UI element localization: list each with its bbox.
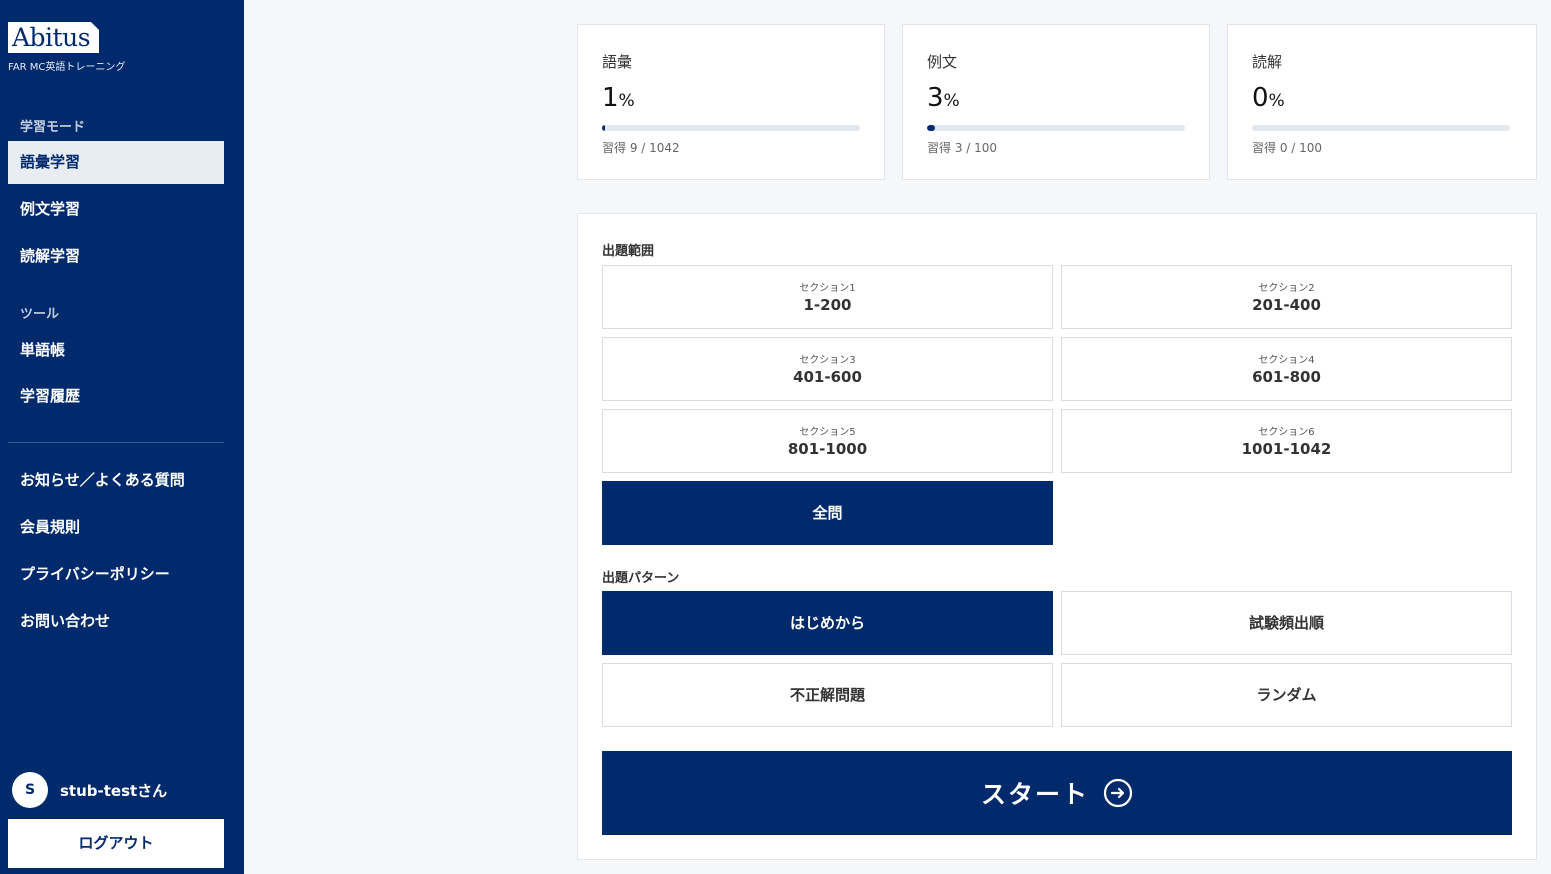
stat-value: 3% <box>927 83 960 113</box>
sidebar: Abitus FAR MC英語トレーニング 学習モード 語彙学習 例文学習 読解… <box>0 0 244 874</box>
stat-percent: 3 <box>927 83 944 113</box>
progress-bar <box>927 125 1185 131</box>
section-range: 1001-1042 <box>1241 440 1332 458</box>
sidebar-item-reading[interactable]: 読解学習 <box>8 235 224 278</box>
section-range: 801-1000 <box>787 440 868 458</box>
section-button-5[interactable]: セクション5 801-1000 <box>602 409 1053 473</box>
section-range: 201-400 <box>1252 296 1321 314</box>
progress-bar <box>602 125 860 131</box>
all-questions-button[interactable]: 全問 <box>602 481 1053 545</box>
stat-card-example-sentences: 例文 3% 習得 3 / 100 <box>902 24 1210 180</box>
avatar: S <box>12 772 48 808</box>
pattern-heading: 出題パターン <box>602 571 680 586</box>
progress-fill <box>927 125 935 131</box>
section-name: セクション3 <box>799 355 856 366</box>
sidebar-item-membership-rules[interactable]: 会員規則 <box>8 506 224 549</box>
stat-unit: % <box>1268 91 1285 111</box>
section-button-6[interactable]: セクション6 1001-1042 <box>1061 409 1512 473</box>
section-name: セクション6 <box>1258 427 1315 438</box>
start-label: スタート <box>980 780 1089 809</box>
sidebar-item-history[interactable]: 学習履歴 <box>8 375 224 418</box>
section-range: 1-200 <box>803 296 852 314</box>
stat-value: 0% <box>1252 83 1285 113</box>
stat-unit: % <box>618 91 635 111</box>
user-info: S stub-testさん <box>12 772 167 808</box>
section-button-4[interactable]: セクション4 601-800 <box>1061 337 1512 401</box>
pattern-button-from-start[interactable]: はじめから <box>602 591 1053 655</box>
sidebar-item-privacy-policy[interactable]: プライバシーポリシー <box>8 553 224 596</box>
stat-percent: 0 <box>1252 83 1269 113</box>
progress-bar <box>1252 125 1510 131</box>
pattern-button-incorrect[interactable]: 不正解問題 <box>602 663 1053 727</box>
app-subtitle: FAR MC英語トレーニング <box>8 62 126 73</box>
stat-card-reading: 読解 0% 習得 0 / 100 <box>1227 24 1537 180</box>
pattern-button-random[interactable]: ランダム <box>1061 663 1512 727</box>
logo[interactable]: Abitus <box>8 22 99 53</box>
section-name: セクション1 <box>799 283 856 294</box>
section-button-2[interactable]: セクション2 201-400 <box>1061 265 1512 329</box>
user-name: stub-testさん <box>60 781 168 800</box>
sidebar-item-vocabulary[interactable]: 語彙学習 <box>8 141 224 184</box>
learning-mode-heading: 学習モード <box>20 120 86 135</box>
stat-mastered: 習得 9 / 1042 <box>602 141 680 155</box>
stat-mastered: 習得 3 / 100 <box>927 141 998 155</box>
stat-unit: % <box>943 91 960 111</box>
sidebar-item-example-sentences[interactable]: 例文学習 <box>8 188 224 231</box>
logo-text: Abitus <box>12 23 91 52</box>
section-button-1[interactable]: セクション1 1-200 <box>602 265 1053 329</box>
quiz-settings-panel: 出題範囲 セクション1 1-200 セクション2 201-400 セクション3 … <box>577 213 1537 860</box>
stat-title: 読解 <box>1252 53 1283 71</box>
start-button[interactable]: スタート <box>602 751 1512 835</box>
logout-button[interactable]: ログアウト <box>8 819 224 868</box>
sidebar-item-news-faq[interactable]: お知らせ／よくある質問 <box>8 459 224 502</box>
stat-title: 語彙 <box>602 53 633 71</box>
section-range: 401-600 <box>793 368 862 386</box>
stat-mastered: 習得 0 / 100 <box>1252 141 1323 155</box>
stat-card-vocabulary: 語彙 1% 習得 9 / 1042 <box>577 24 885 180</box>
pattern-button-exam-frequency[interactable]: 試験頻出順 <box>1061 591 1512 655</box>
sidebar-item-contact[interactable]: お問い合わせ <box>8 600 224 643</box>
section-name: セクション4 <box>1258 355 1315 366</box>
section-name: セクション5 <box>799 427 856 438</box>
stat-title: 例文 <box>927 53 958 71</box>
section-name: セクション2 <box>1258 283 1315 294</box>
arrow-circle-right-icon <box>1103 778 1133 808</box>
stat-value: 1% <box>602 83 635 113</box>
sidebar-item-wordbook[interactable]: 単語帳 <box>8 329 224 372</box>
stat-percent: 1 <box>602 83 619 113</box>
logo-corner-mark <box>91 22 99 30</box>
tools-heading: ツール <box>20 307 60 322</box>
section-range: 601-800 <box>1252 368 1321 386</box>
section-button-3[interactable]: セクション3 401-600 <box>602 337 1053 401</box>
range-heading: 出題範囲 <box>602 244 655 259</box>
sidebar-divider <box>8 442 224 443</box>
progress-fill <box>602 125 605 131</box>
